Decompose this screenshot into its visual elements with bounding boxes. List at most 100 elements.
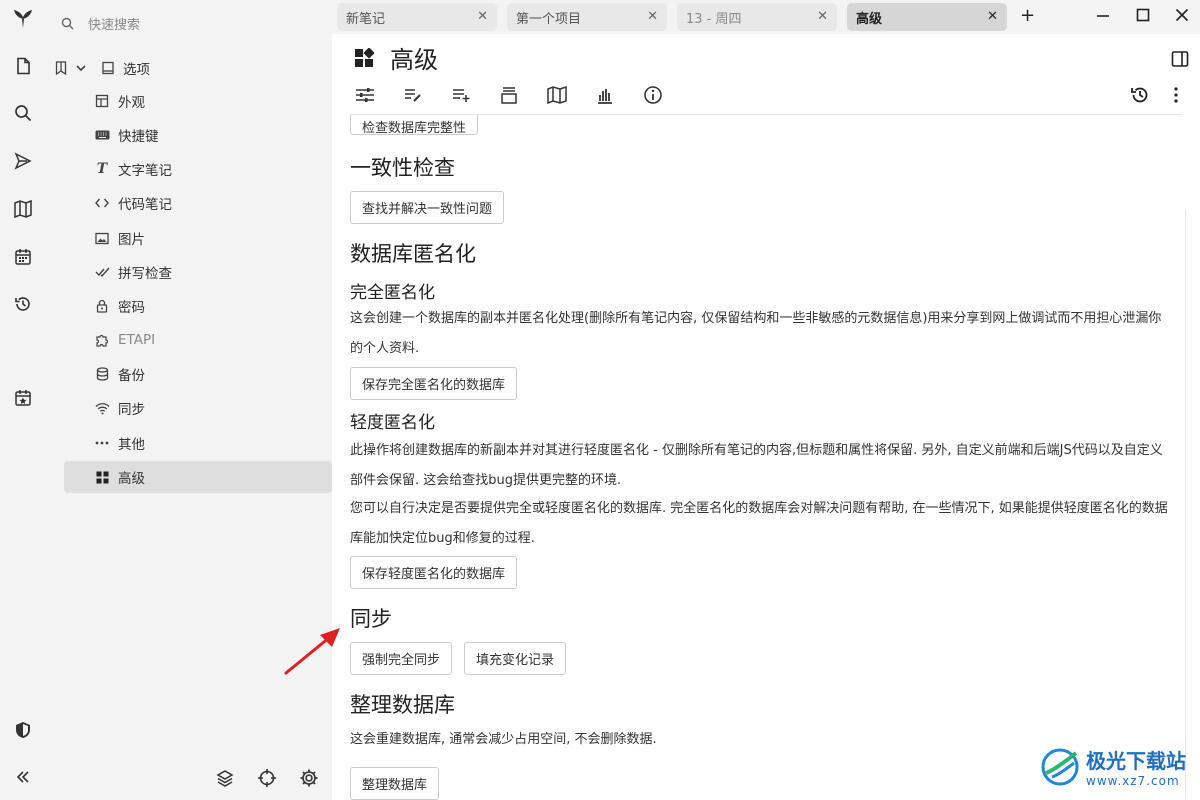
chart-icon[interactable] [594,84,616,106]
quick-search[interactable]: 快速搜索 [53,6,328,40]
chevron-down-icon[interactable] [75,62,87,74]
sidebar-item-code-notes[interactable]: 代码笔记 [64,187,332,219]
find-fix-consistency-button[interactable]: 查找并解决一致性问题 [350,191,505,224]
close-icon[interactable]: ✕ [817,9,828,24]
check-icon [94,264,110,280]
sidebar-item-backup[interactable]: 备份 [64,358,332,390]
search-icon[interactable] [10,100,36,126]
sidebar-item-label: 备份 [118,368,145,384]
code-icon [94,195,110,211]
new-note-icon[interactable] [10,53,36,79]
sidebar-item-label: 快捷键 [118,129,159,145]
search-placeholder: 快速搜索 [88,17,141,33]
grid-icon [354,47,374,68]
locate-icon[interactable] [257,768,277,788]
calendar-icon[interactable] [10,244,36,270]
full-anonymization-heading: 完全匿名化 [350,283,435,303]
annotation-arrow [284,628,340,675]
scrollbar[interactable] [1185,210,1195,800]
more-menu-icon[interactable] [1173,86,1179,104]
watermark: 极光下载站 www.xz7.com [1040,745,1186,788]
book-open-icon[interactable] [498,84,520,106]
collapse-sidebar-icon[interactable] [10,764,36,790]
lock-icon [94,298,110,314]
tree-toolbar [215,768,319,788]
list-add-icon[interactable] [450,84,472,106]
maximize-icon[interactable] [1136,8,1150,22]
note-history-icon[interactable] [1130,85,1150,105]
fill-entity-changes-button[interactable]: 填充变化记录 [464,642,567,675]
right-pane-toggle-icon[interactable] [1171,50,1189,68]
tab-advanced[interactable]: 高级 ✕ [847,3,1007,31]
anonymization-choice-text: 您可以自行决定是否要提供完全或轻度匿名化的数据库. 完全匿名化的数据库会对解决问… [350,501,1168,546]
sidebar-item-label: 密码 [118,300,145,316]
close-icon[interactable]: ✕ [987,9,998,24]
new-tab-icon[interactable]: + [1020,5,1035,26]
sidebar-item-other[interactable]: 其他 [64,427,332,459]
sidebar-item-text-notes[interactable]: T 文字笔记 [64,153,332,185]
layers-icon[interactable] [215,768,235,788]
info-icon[interactable] [642,84,664,106]
save-light-anonymized-button[interactable]: 保存轻度匿名化的数据库 [350,556,518,589]
sidebar-item-sync[interactable]: 同步 [64,392,332,424]
database-icon [94,366,110,382]
note-title: 高级 [390,46,438,74]
tab-new-note[interactable]: 新笔记 ✕ [337,3,497,31]
book-icon [101,61,115,75]
watermark-title: 极光下载站 [1086,749,1186,773]
sidebar-item-label: 同步 [118,402,145,418]
app-logo[interactable] [10,5,36,31]
full-anonymization-text: 这会创建一个数据库的副本并匿名化处理(删除所有笔记内容, 仅保留结构和一些非敏感… [350,311,1162,356]
grid-icon [94,469,110,485]
tab-label: 新笔记 [346,11,386,27]
sliders-icon[interactable] [354,84,376,106]
sidebar-item-label: 外观 [118,95,145,111]
keyboard-icon [94,127,110,143]
sidebar-item-label: 文字笔记 [118,163,172,179]
sidebar-item-label: 高级 [118,471,145,487]
launcher-bar [0,0,45,800]
history-icon[interactable] [10,291,36,317]
sidebar-item-shortcuts[interactable]: 快捷键 [64,119,332,151]
sidebar-item-label: 其他 [118,437,145,453]
close-icon[interactable]: ✕ [477,9,488,24]
tab-label: 高级 [856,11,883,27]
layout-icon [94,93,110,109]
bookmark-icon [55,61,67,75]
protected-session-icon[interactable] [10,717,36,743]
note-pane: 高级 检查数据库完整性 一致性检查 查找并解决一致性问题 数据库匿名化 完全匿名… [332,34,1200,800]
force-full-sync-button[interactable]: 强制完全同步 [350,642,453,675]
image-icon [94,230,110,246]
close-window-icon[interactable] [1175,8,1189,22]
sidebar-item-label: 图片 [118,232,145,248]
check-integrity-button[interactable]: 检查数据库完整性 [350,115,479,136]
close-icon[interactable]: ✕ [647,9,658,24]
options-sidebar: 快速搜索 选项 外观 快捷键 T 文字笔记 代码笔记 图片 拼写检查 密码 ET… [45,0,332,800]
light-anonymization-heading: 轻度匿名化 [350,413,435,433]
sidebar-item-etapi[interactable]: ETAPI [64,324,332,356]
send-icon[interactable] [10,148,36,174]
map-icon[interactable] [10,196,36,222]
tab-day-note[interactable]: 13 - 周四 ✕ [677,3,837,31]
tab-label: 13 - 周四 [686,11,742,27]
list-edit-icon[interactable] [402,84,424,106]
minimize-icon[interactable] [1096,8,1110,22]
sync-heading: 同步 [350,607,392,631]
sidebar-item-label: ETAPI [118,332,156,348]
light-anonymization-text: 此操作将创建数据库的新副本并对其进行轻度匿名化 - 仅删除所有笔记的内容,但标题… [350,443,1163,488]
tree-root-label: 选项 [123,62,150,78]
gear-icon[interactable] [299,768,319,788]
sidebar-item-images[interactable]: 图片 [64,222,332,254]
sidebar-item-password[interactable]: 密码 [64,290,332,322]
sidebar-item-appearance[interactable]: 外观 [64,85,332,117]
sidebar-item-advanced[interactable]: 高级 [64,461,332,493]
text-icon: T [96,161,108,177]
today-calendar-icon[interactable] [10,385,36,411]
tree-root-options[interactable]: 选项 [55,56,150,80]
sidebar-item-spellcheck[interactable]: 拼写检查 [64,256,332,288]
note-title-row: 高级 [354,40,438,75]
vacuum-database-button[interactable]: 整理数据库 [350,767,440,800]
save-full-anonymized-button[interactable]: 保存完全匿名化的数据库 [350,367,518,400]
note-map-icon[interactable] [546,84,568,106]
tab-first-project[interactable]: 第一个项目 ✕ [507,3,667,31]
